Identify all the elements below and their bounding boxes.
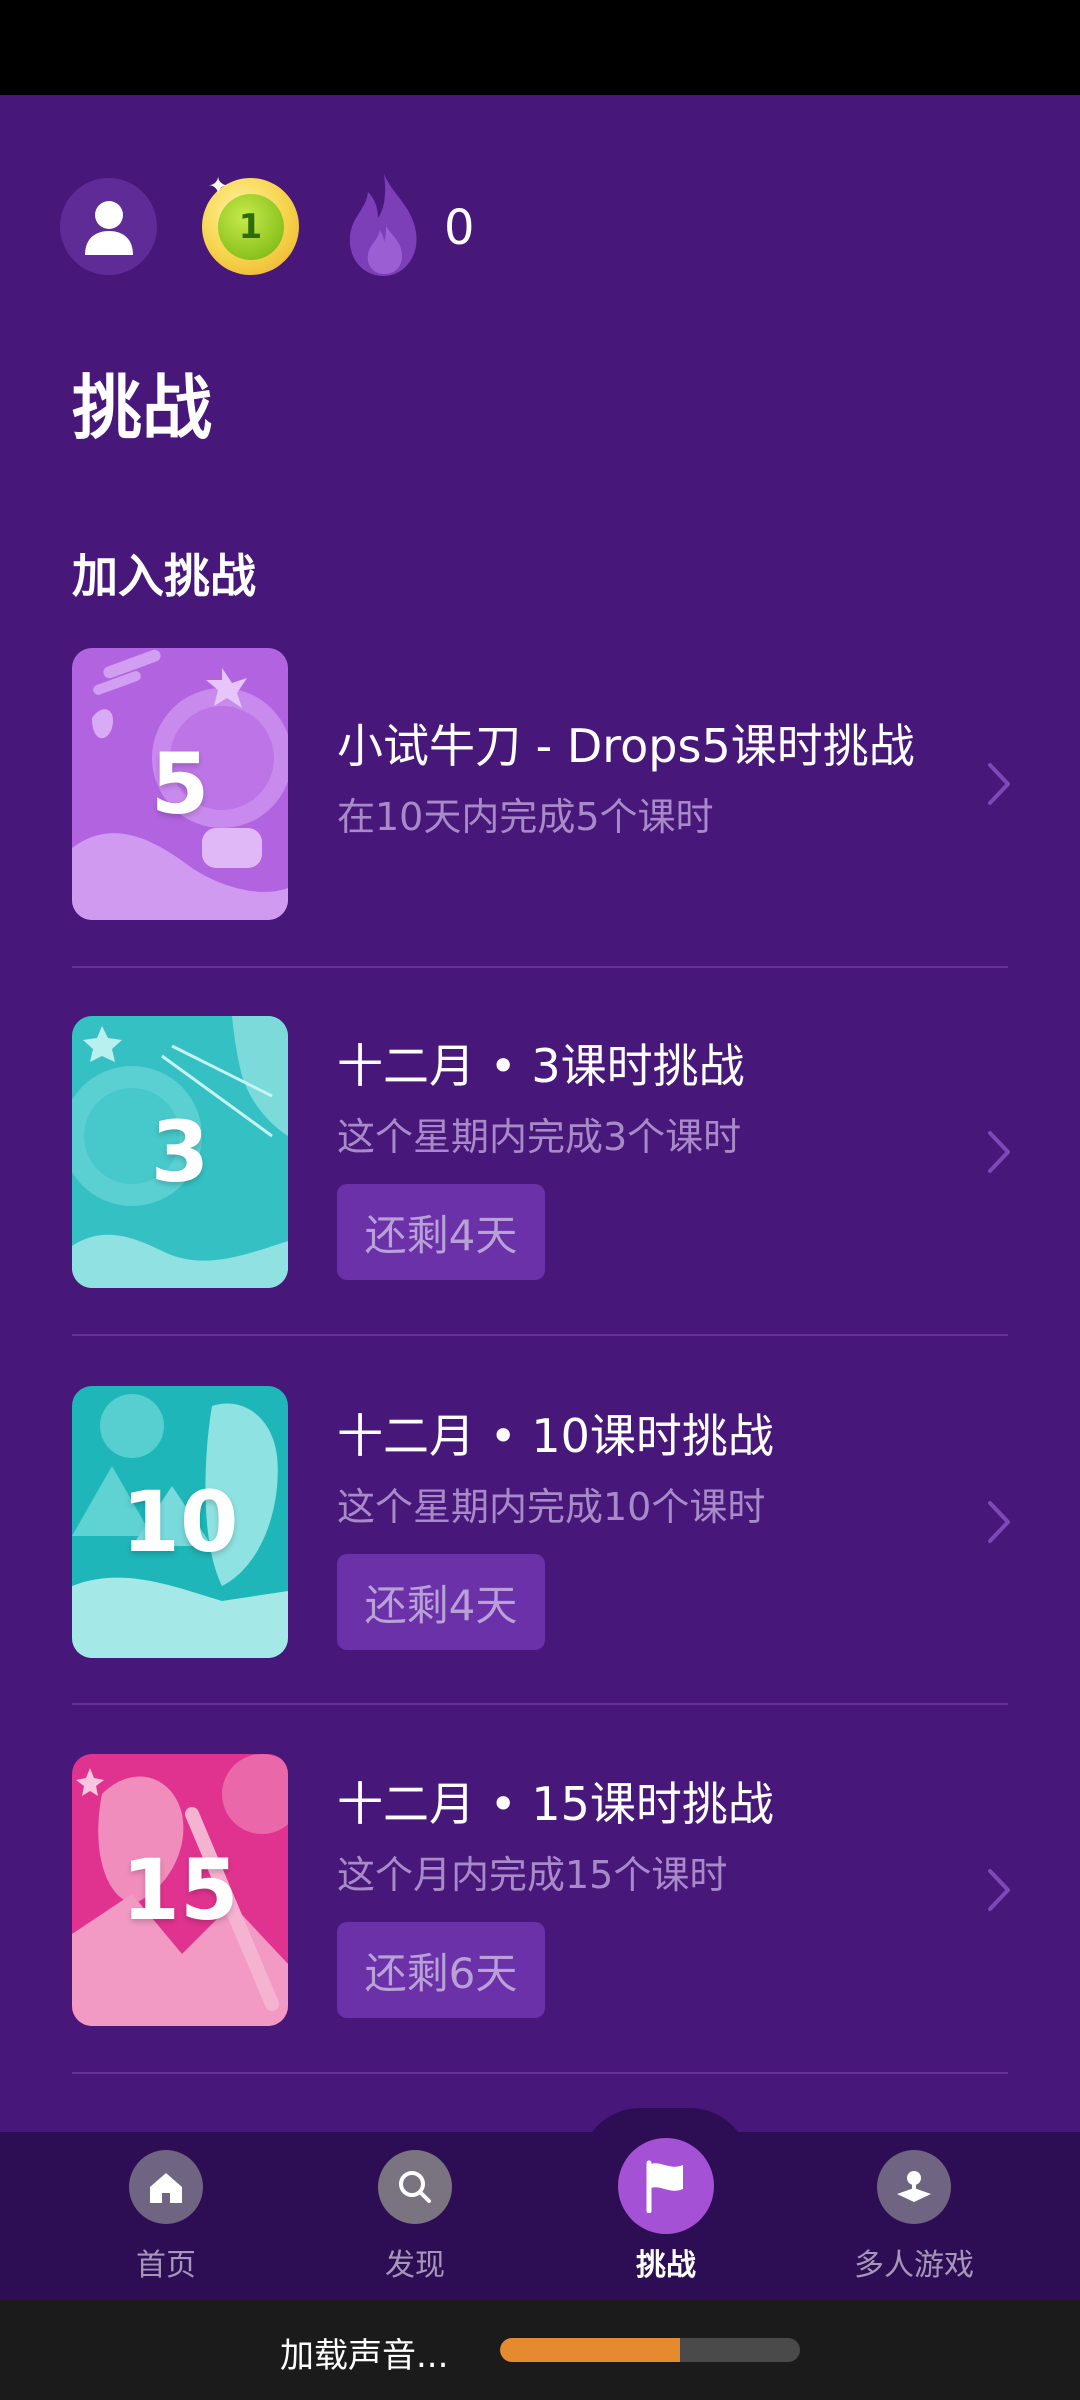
divider [72,1334,1008,1336]
challenge-item[interactable]: 15 十二月 • 15课时挑战 这个月内完成15个课时 还剩6天 [72,1754,1010,2026]
joystick-icon [877,2150,951,2224]
days-remaining-badge: 还剩4天 [337,1554,545,1650]
chevron-right-icon [988,1869,1010,1911]
challenge-card-number: 5 [150,735,210,833]
challenge-item[interactable]: 5 小试牛刀 - Drops5课时挑战 在10天内完成5个课时 [72,648,1010,920]
nav-item-discover[interactable]: 发现 [315,2150,515,2290]
level-badge[interactable]: ✦ 1 [202,172,299,275]
level-value: 1 [217,193,284,260]
chevron-right-icon [988,1131,1010,1173]
challenge-card-image: 3 [72,1016,288,1288]
nav-label: 发现 [385,2248,445,2283]
challenge-description: 这个星期内完成10个课时 [337,1485,766,1529]
chevron-right-icon [988,1501,1010,1543]
divider [72,2072,1008,2074]
challenge-card-number: 3 [150,1103,210,1201]
nav-label: 挑战 [636,2248,696,2283]
days-remaining-badge: 还剩4天 [337,1184,545,1280]
section-title: 加入挑战 [72,549,256,603]
loading-progress-fill [500,2338,680,2362]
divider [72,1703,1008,1705]
days-remaining-badge: 还剩6天 [337,1922,545,2018]
top-bar: ✦ 1 0 [60,172,1020,276]
challenge-item[interactable]: 3 十二月 • 3课时挑战 这个星期内完成3个课时 还剩4天 [72,1016,1010,1288]
challenge-card-number: 10 [121,1473,239,1571]
nav-item-challenges[interactable]: 挑战 [566,2138,766,2283]
sparkle-icon: ✦ [208,172,229,200]
challenge-title: 十二月 • 3课时挑战 [337,1039,745,1093]
challenge-description: 在10天内完成5个课时 [337,795,714,839]
challenge-description: 这个月内完成15个课时 [337,1853,728,1897]
search-icon [378,2150,452,2224]
status-bar [0,0,1080,95]
challenge-card-image: 15 [72,1754,288,2026]
flame-icon[interactable] [342,170,426,280]
challenge-title: 十二月 • 15课时挑战 [337,1777,774,1831]
divider [72,966,1008,968]
loading-bar: 加载声音... [0,2300,1080,2400]
nav-item-multiplayer[interactable]: 多人游戏 [814,2150,1014,2290]
home-icon [129,2150,203,2224]
challenge-description: 这个星期内完成3个课时 [337,1115,742,1159]
challenge-card-image: 5 [72,648,288,920]
page-title: 挑战 [72,367,212,449]
challenge-item[interactable]: 10 十二月 • 10课时挑战 这个星期内完成10个课时 还剩4天 [72,1386,1010,1658]
nav-item-home[interactable]: 首页 [66,2150,266,2290]
nav-label: 多人游戏 [854,2248,974,2283]
nav-label: 首页 [136,2248,196,2283]
challenge-title: 小试牛刀 - Drops5课时挑战 [337,719,915,773]
loading-text: 加载声音... [280,2336,449,2376]
challenge-card-number: 15 [121,1841,239,1939]
challenge-title: 十二月 • 10课时挑战 [337,1409,774,1463]
challenge-card-image: 10 [72,1386,288,1658]
profile-avatar-button[interactable] [60,178,157,275]
loading-progress-track [500,2338,800,2362]
flag-icon [618,2138,714,2234]
streak-count: 0 [444,200,475,256]
chevron-right-icon [988,763,1010,805]
user-icon [84,200,133,255]
